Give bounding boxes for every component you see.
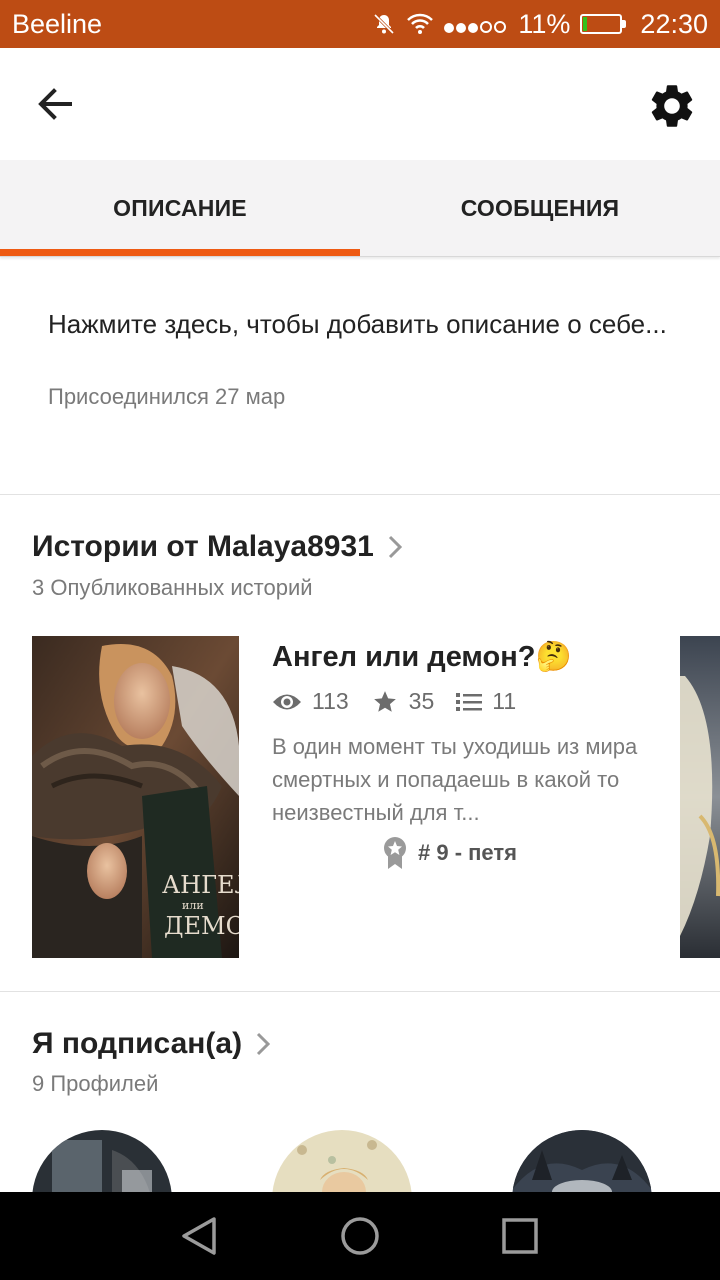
wifi-icon xyxy=(407,13,434,34)
clock: 22:30 xyxy=(640,8,708,39)
battery-icon xyxy=(580,14,627,34)
next-story-cover[interactable] xyxy=(680,636,720,958)
parts-count: 11 xyxy=(492,688,517,714)
stories-count: 3 Опубликованных историй xyxy=(32,575,313,600)
profile-tabs: ОПИСАНИЕ СООБЩЕНИЯ xyxy=(0,160,720,257)
votes-count: 35 xyxy=(408,688,435,714)
battery-percent: 11% xyxy=(518,8,571,39)
nav-recents-button[interactable] xyxy=(494,1210,546,1262)
nav-home-button[interactable] xyxy=(334,1210,386,1262)
star-icon xyxy=(373,690,396,712)
battery-fill xyxy=(583,17,588,31)
triangle-back-icon xyxy=(182,1217,216,1255)
settings-button[interactable] xyxy=(646,80,698,132)
back-button[interactable] xyxy=(30,82,82,126)
tab-messages[interactable]: СООБЩЕНИЯ xyxy=(360,160,720,256)
divider xyxy=(0,494,720,495)
story-rank: # 9 - петя xyxy=(382,836,517,870)
votes-stat: 35 xyxy=(371,688,435,715)
cover-title-line3: ДЕМОН xyxy=(164,912,239,940)
story-stats: 113 35 11 xyxy=(272,688,538,715)
stories-section-header[interactable]: Истории от Malaya8931 xyxy=(32,530,402,564)
signal-icon xyxy=(444,9,508,40)
gear-icon xyxy=(651,85,693,127)
app-bar xyxy=(0,48,720,160)
story-cover-image: АНГЕЛ или ДЕМОН xyxy=(32,636,239,958)
square-recents-icon xyxy=(502,1218,538,1254)
parts-stat: 11 xyxy=(456,688,516,715)
add-description-prompt[interactable]: Нажмите здесь, чтобы добавить описание о… xyxy=(48,304,668,344)
list-icon xyxy=(456,692,483,711)
status-bar: Beeline 11% 22:30 xyxy=(0,0,720,48)
tab-description[interactable]: ОПИСАНИЕ xyxy=(0,160,360,256)
reads-stat: 113 xyxy=(272,688,349,715)
following-section-header[interactable]: Я подписан(а) xyxy=(32,1027,271,1061)
status-icons: 11% 22:30 xyxy=(372,0,708,48)
divider xyxy=(0,991,720,992)
notifications-muted-icon xyxy=(374,13,395,35)
chevron-right-icon xyxy=(257,1032,271,1056)
rank-label: # 9 - петя xyxy=(418,840,517,865)
cover-title-line1: АНГЕЛ xyxy=(162,871,239,899)
story-cover[interactable]: АНГЕЛ или ДЕМОН xyxy=(32,636,239,958)
chevron-right-icon xyxy=(388,535,402,559)
ranking-badge-icon xyxy=(384,837,406,869)
following-count: 9 Профилей xyxy=(32,1071,159,1096)
reads-count: 113 xyxy=(312,688,349,714)
carrier-name: Beeline xyxy=(12,9,103,39)
following-section-title: Я подписан(а) xyxy=(32,1027,243,1060)
circle-home-icon xyxy=(341,1217,379,1255)
story-description: В один момент ты уходишь из мира смертны… xyxy=(272,734,638,825)
nav-back-button[interactable] xyxy=(174,1210,226,1262)
system-nav-bar xyxy=(0,1192,720,1280)
story-title[interactable]: Ангел или демон?🤔 xyxy=(272,640,572,674)
eye-icon xyxy=(273,694,301,709)
next-story-cover-image xyxy=(680,636,720,958)
back-arrow-icon xyxy=(38,88,72,120)
stories-section-title: Истории от Malaya8931 xyxy=(32,530,374,563)
joined-date: Присоединился 27 мар xyxy=(48,384,286,409)
cover-title-line2: или xyxy=(182,899,204,912)
